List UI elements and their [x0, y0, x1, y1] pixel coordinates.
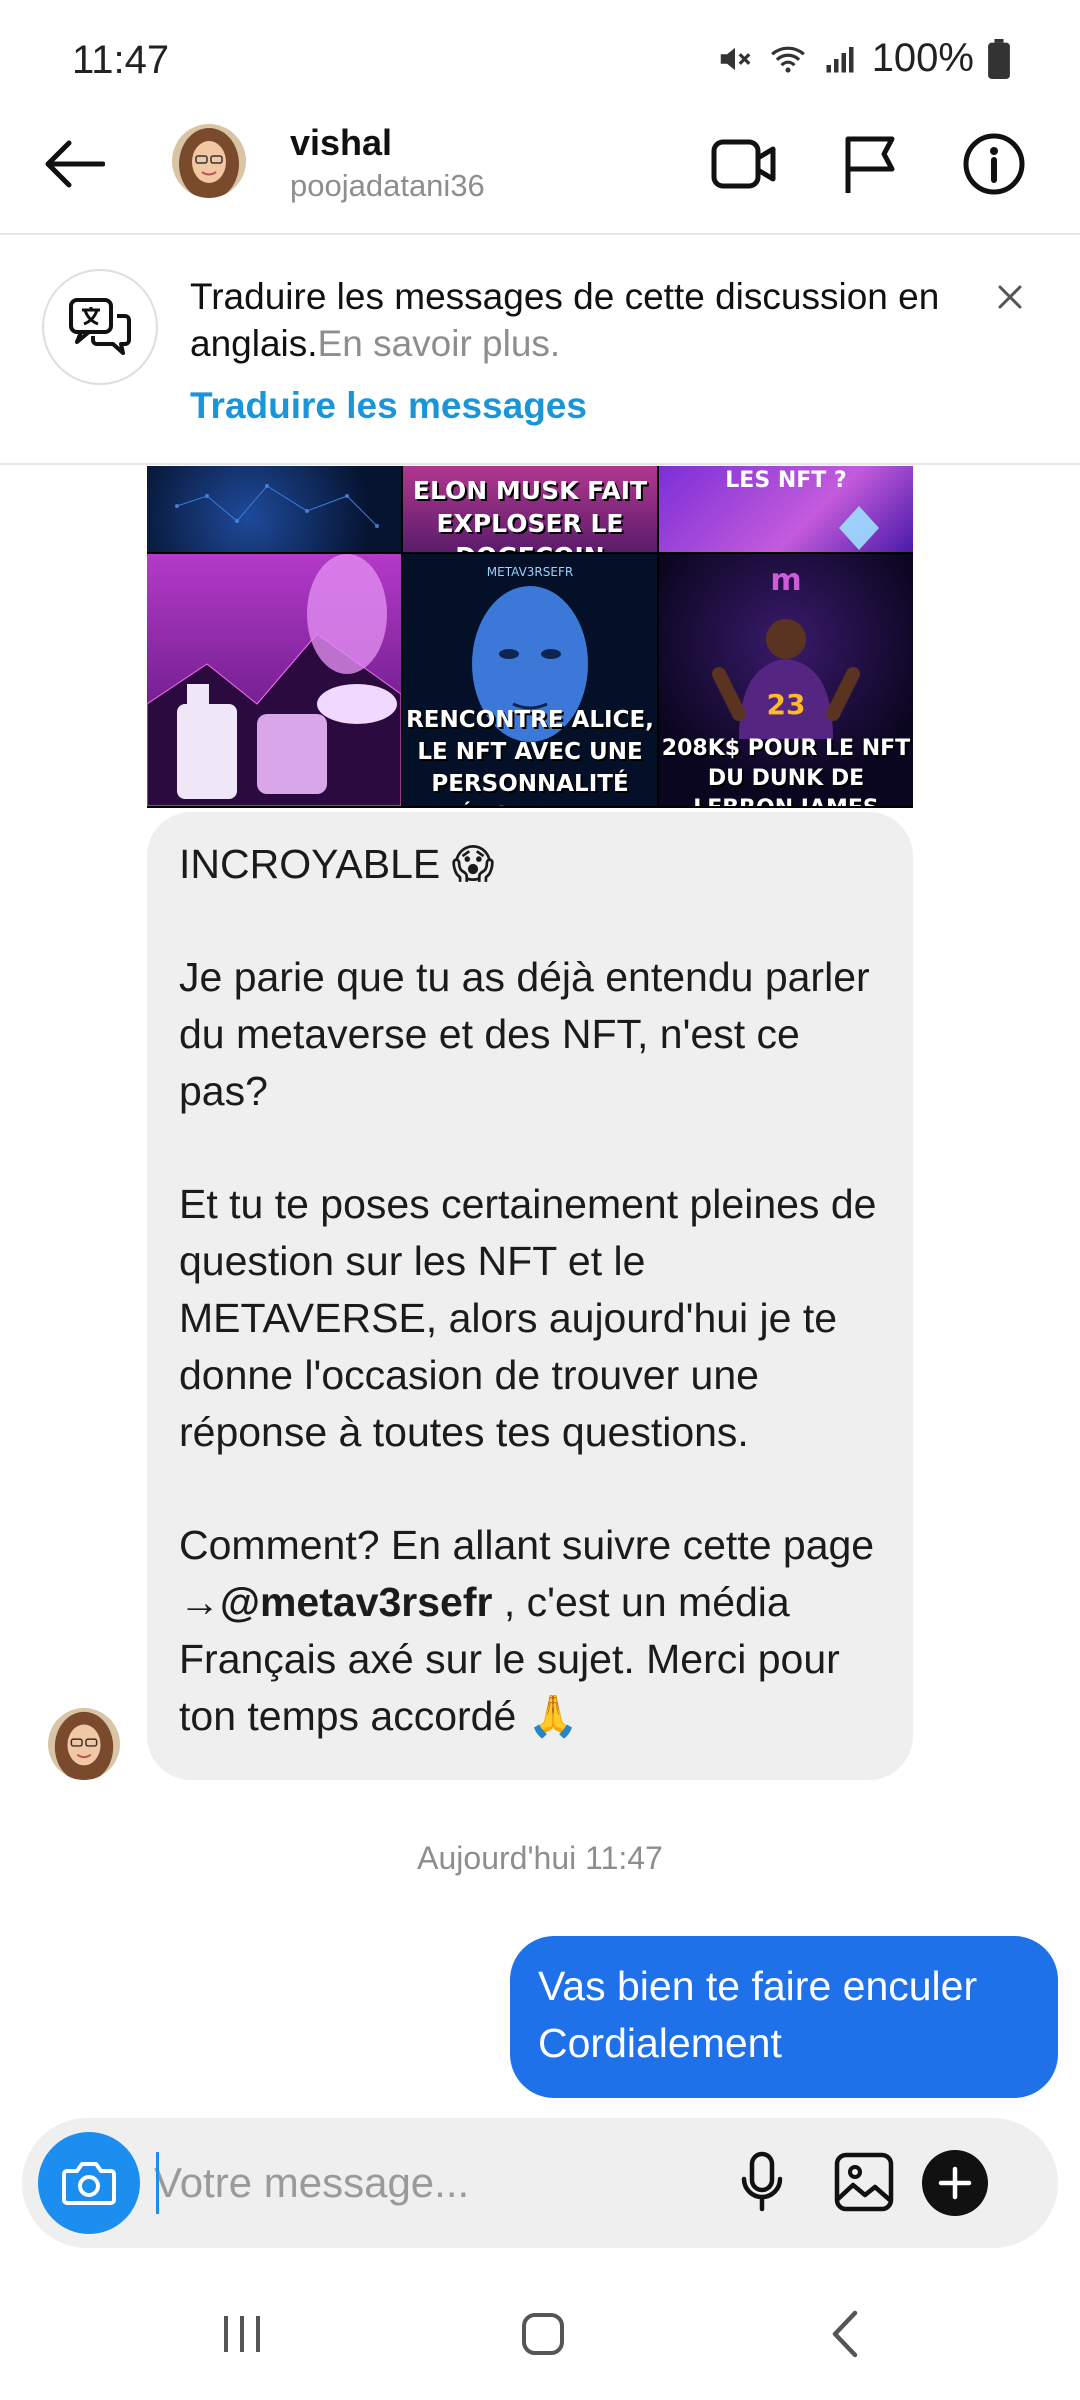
flag-icon	[845, 136, 895, 193]
system-back-button[interactable]	[800, 2294, 890, 2374]
chat-header: vishal poojadatani36	[0, 120, 1080, 235]
system-nav-bar	[0, 2270, 1080, 2400]
plus-icon	[938, 2166, 972, 2200]
camera-icon	[62, 2162, 116, 2205]
grid-tile[interactable]: m 23 208K$ POUR LE NFT DU DUNK DE LEBRON…	[659, 554, 913, 806]
battery-icon	[988, 38, 1010, 79]
recent-apps-icon	[224, 2316, 260, 2352]
close-banner-button[interactable]	[980, 267, 1040, 327]
arrow-left-icon	[45, 140, 105, 188]
status-icons: 100%	[716, 36, 1010, 81]
tile-caption: RENCONTRE ALICE, LE NFT AVEC UNE PERSONN…	[406, 707, 654, 806]
translate-banner-message: Traduire les messages de cette discussio…	[190, 276, 940, 364]
grid-tile[interactable]	[147, 554, 401, 806]
translate-icon	[69, 298, 131, 355]
learn-more-link[interactable]: En savoir plus.	[318, 323, 561, 364]
translate-icon-wrap	[42, 269, 158, 385]
video-camera-icon	[711, 139, 776, 189]
svg-text:m: m	[770, 563, 801, 598]
recent-apps-button[interactable]	[197, 2294, 287, 2374]
incoming-message-bubble[interactable]: INCROYABLE 😱 Je parie que tu as déjà ent…	[147, 812, 913, 1780]
home-icon	[522, 2313, 564, 2355]
video-call-button[interactable]	[706, 126, 782, 202]
mute-icon	[720, 47, 751, 70]
camera-button[interactable]	[38, 2132, 140, 2234]
status-bar: 11:47 100%	[0, 0, 1080, 120]
tile-caption: LES NFT ?	[725, 468, 847, 493]
sender-avatar[interactable]	[48, 1708, 120, 1780]
chevron-left-icon	[832, 2310, 858, 2358]
gallery-button[interactable]	[824, 2142, 904, 2222]
message-line: Cordialement	[538, 2020, 782, 2066]
text-caret	[156, 2152, 159, 2214]
avatar[interactable]	[172, 124, 246, 198]
battery-percent: 100%	[871, 36, 974, 80]
grid-tile[interactable]: ELON MUSK FAIT EXPLOSER LE DOGECOIN	[403, 466, 657, 552]
message-paragraph: Je parie que tu as déjà entendu parler d…	[179, 954, 870, 1114]
message-paragraph: Et tu te poses certainement pleines de q…	[179, 1181, 877, 1455]
grid-tile[interactable]: LES NFT ?	[659, 466, 913, 552]
message-paragraph: Comment? En allant suivre cette page →@m…	[179, 1517, 881, 1745]
message-line: Vas bien te faire enculer	[538, 1963, 978, 2009]
translate-banner-text: Traduire les messages de cette discussio…	[190, 273, 970, 367]
status-time: 11:47	[72, 38, 170, 82]
signal-icon	[826, 46, 854, 72]
translate-banner: Traduire les messages de cette discussio…	[0, 237, 1080, 465]
more-options-button[interactable]	[922, 2150, 988, 2216]
brand-logo-text: METAV3RSEFR	[487, 565, 573, 579]
home-button[interactable]	[498, 2294, 588, 2374]
contact-handle[interactable]: poojadatani36	[290, 168, 485, 204]
grid-tile[interactable]	[147, 466, 401, 552]
outgoing-message-bubble[interactable]: Vas bien te faire enculer Cordialement	[510, 1936, 1058, 2098]
voice-message-button[interactable]	[722, 2142, 802, 2222]
close-icon	[998, 285, 1022, 309]
microphone-icon	[741, 2151, 783, 2212]
info-button[interactable]	[956, 126, 1032, 202]
tile-caption: 208K$ POUR LE NFT DU DUNK DE LEBRON JAME…	[661, 736, 911, 806]
mention-link[interactable]: @metav3rsefr	[220, 1579, 492, 1625]
message-paragraph: INCROYABLE 😱	[179, 841, 495, 887]
image-icon	[834, 2152, 894, 2212]
shared-post-grid[interactable]: ELON MUSK FAIT EXPLOSER LE DOGECOIN LES …	[147, 466, 913, 808]
message-input[interactable]	[154, 2148, 694, 2218]
grid-tile[interactable]: METAV3RSEFR RENCONTRE ALICE, LE NFT AVEC…	[403, 554, 657, 806]
info-icon	[963, 133, 1025, 195]
report-button[interactable]	[832, 126, 908, 202]
svg-text:23: 23	[767, 688, 806, 721]
contact-name[interactable]: vishal	[290, 122, 392, 164]
translate-messages-link[interactable]: Traduire les messages	[190, 385, 587, 427]
message-timestamp: Aujourd'hui 11:47	[417, 1840, 663, 1876]
back-button[interactable]	[40, 130, 108, 198]
message-composer	[22, 2118, 1058, 2248]
wifi-icon	[770, 46, 805, 73]
tile-caption: ELON MUSK FAIT EXPLOSER LE DOGECOIN	[412, 476, 648, 552]
